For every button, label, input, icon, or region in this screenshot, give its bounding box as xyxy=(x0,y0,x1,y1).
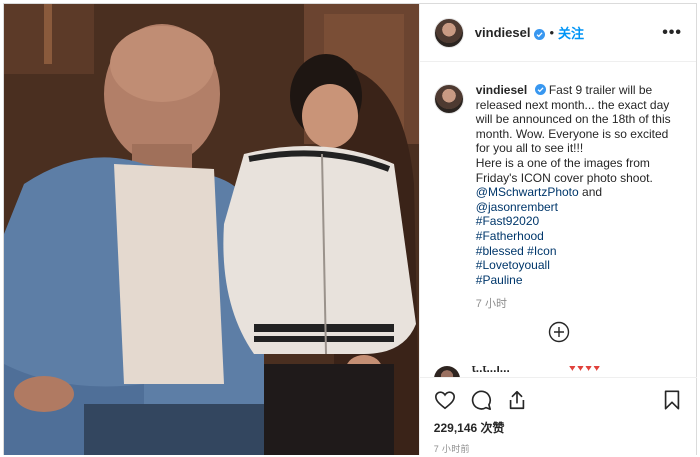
hashtag-link[interactable]: #Pauline xyxy=(476,273,683,288)
share-icon[interactable] xyxy=(506,389,528,411)
hashtag-link[interactable]: #Fatherhood xyxy=(476,229,683,244)
separator-dot: • xyxy=(549,25,554,40)
photo-illustration xyxy=(4,4,419,455)
plus-circle-icon[interactable] xyxy=(548,321,570,343)
bookmark-icon[interactable] xyxy=(661,389,683,411)
caption-avatar[interactable] xyxy=(433,84,464,114)
more-options-button[interactable]: ••• xyxy=(662,24,682,42)
comment-icon[interactable] xyxy=(470,389,492,411)
hashtag-link[interactable]: #Lovetoyouall xyxy=(476,258,683,273)
mention-link[interactable]: @MSchwartzPhoto xyxy=(476,185,579,199)
caption-body: vindiesel Fast 9 trailer will be release… xyxy=(476,83,683,312)
mention-and: and xyxy=(582,185,603,200)
action-icons xyxy=(434,388,683,412)
post-sidebar: vindiesel • 关注 ••• vindiesel Fast 9 trai… xyxy=(418,4,697,457)
hashtag-link[interactable]: #blessed #Icon xyxy=(476,244,683,259)
caption-mentions: @MSchwartzPhoto and xyxy=(476,185,683,200)
verified-badge-icon xyxy=(534,84,546,95)
caption-username[interactable]: vindiesel xyxy=(476,83,527,97)
post-actions: 229,146 次赞 7 小时前 xyxy=(419,377,697,457)
caption: vindiesel Fast 9 trailer will be release… xyxy=(433,83,683,312)
heart-icon[interactable] xyxy=(434,389,456,411)
caption-scroll-area[interactable]: vindiesel Fast 9 trailer will be release… xyxy=(420,63,697,363)
post-header: vindiesel • 关注 ••• xyxy=(419,4,696,62)
caption-timestamp: 7 小时 xyxy=(475,298,507,311)
hashtag-link[interactable]: #Fast92020 xyxy=(476,214,683,229)
comment-emoji-text: ♥♥♥♥ xyxy=(568,366,602,374)
instagram-post: vindiesel • 关注 ••• vindiesel Fast 9 trai… xyxy=(3,3,697,455)
post-photo[interactable] xyxy=(4,4,419,455)
like-count[interactable]: 229,146 次赞 xyxy=(434,419,683,436)
author-avatar[interactable] xyxy=(433,17,464,48)
verified-badge-icon xyxy=(534,27,546,40)
mention-link[interactable]: @jasonrembert xyxy=(476,200,683,215)
follow-button[interactable]: 关注 xyxy=(558,23,584,42)
post-timestamp: 7 小时前 xyxy=(433,444,470,454)
author-username[interactable]: vindiesel xyxy=(475,25,531,40)
caption-text-2: Here is a one of the images from Friday'… xyxy=(475,155,653,185)
commenter-username[interactable]: t..t...i... xyxy=(472,366,510,375)
